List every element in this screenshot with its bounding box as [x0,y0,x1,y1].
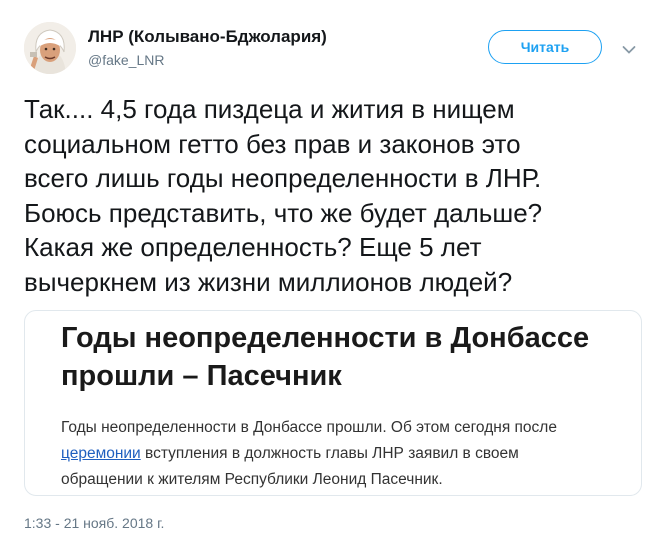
follow-button[interactable]: Читать [488,30,602,64]
card-description: Годы неопределенности в Донбассе прошли.… [61,415,557,493]
card-title-line: прошли – Пасечник [61,360,342,392]
author-handle[interactable]: @fake_LNR [88,52,164,68]
card-desc-link[interactable]: церемонии [61,445,141,462]
author-name[interactable]: ЛНР (Колывано-Бджолария) [88,27,327,47]
tweet-text-line: Боюсь представить, что же будет дальше? [24,197,543,228]
card-desc-line: церемонии вступления в должность главы Л… [61,441,557,467]
tweet-text-line: всего лишь годы неопределенности в ЛНР. [24,163,542,193]
chevron-down-icon-glyph [622,46,636,54]
link-preview-card[interactable]: Годы неопределенности в Донбассе прошли … [24,310,642,496]
tweet-text-line: вычеркнем из жизни миллионов людей? [24,266,513,297]
card-desc-line: Годы неопределенности в Донбассе прошли.… [61,419,557,436]
avatar-man-headscarf-icon [24,22,76,74]
card-title: Годы неопределенности в Донбассе прошли … [61,319,589,395]
tweet-timestamp[interactable]: 1:33 - 21 нояб. 2018 г. [24,515,164,531]
tweet-text-line: Какая же определенность? Еще 5 лет [24,232,482,262]
avatar[interactable] [24,22,76,74]
tweet-text-line: социальном гетто без прав и законов это [24,128,521,159]
card-desc-text: вступления в должность главы ЛНР заявил … [140,445,519,462]
tweet-text-line: Так.... 4,5 года пиздеца и жития в нищем [24,94,515,124]
card-desc-line: обращении к жителям Республики Леонид Па… [61,471,443,488]
card-title-line: Годы неопределенности в Донбассе [61,322,590,354]
tweet-text: Так.... 4,5 года пиздеца и жития в нищем… [24,92,644,299]
chevron-down-icon[interactable] [622,42,636,54]
